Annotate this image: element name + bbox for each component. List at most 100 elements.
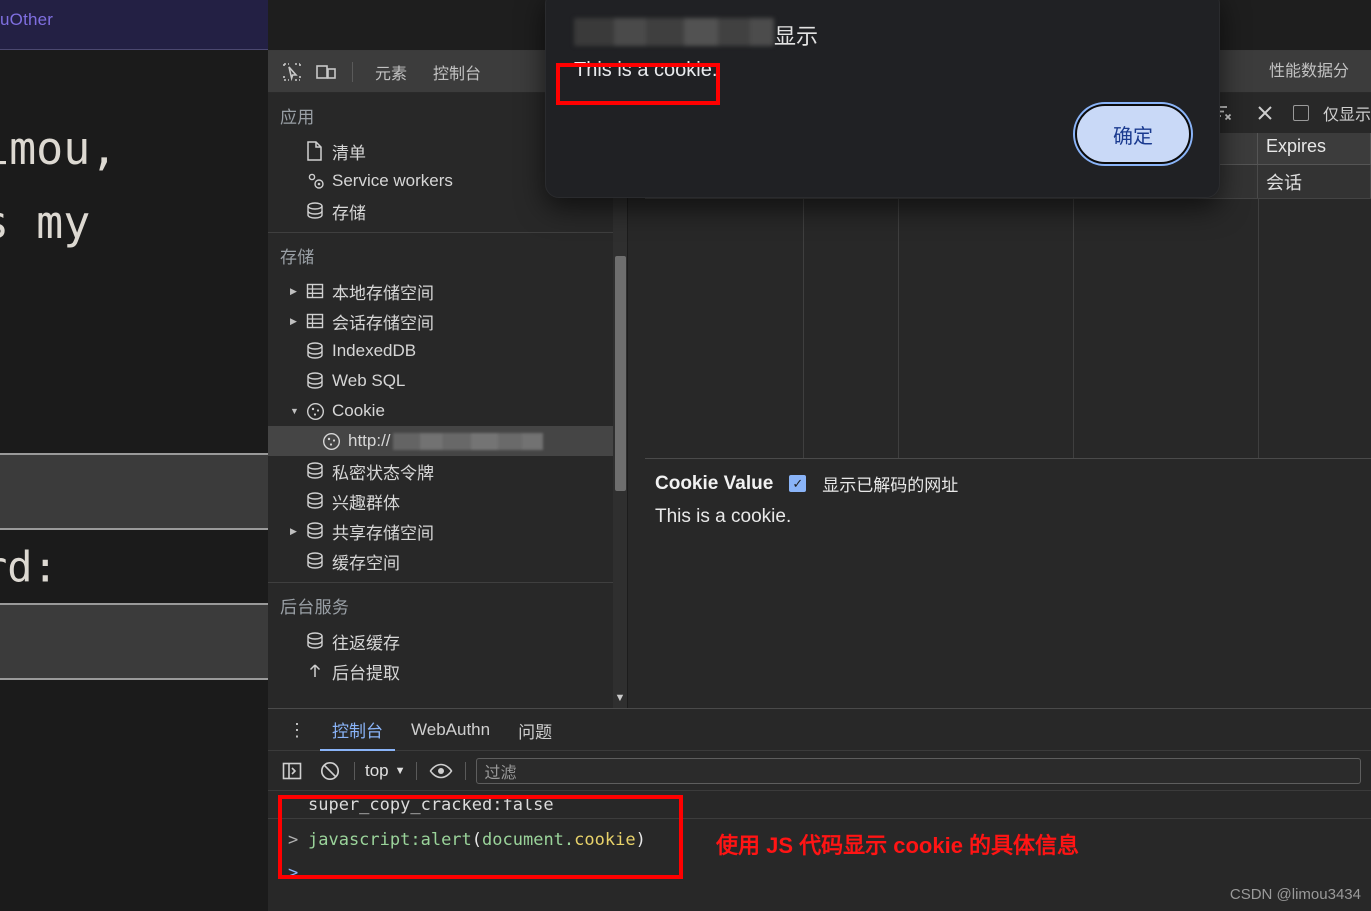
cookie-value-panel: Cookie Value ✓ 显示已解码的网址 This is a cookie… [645,458,1371,708]
database-icon [306,371,332,391]
cookie-value-title: Cookie Value [655,472,774,494]
page-band-row [0,453,268,528]
page-band-row [0,678,268,911]
cookie-table-grid [645,199,1371,458]
sidebar-item-background-fetch[interactable]: 后台提取 [268,656,627,686]
database-icon [306,631,332,651]
sidebar-scrollbar-thumb[interactable] [615,256,626,491]
console-filter-input[interactable]: 过滤 [475,757,1361,784]
console-toolbar: top ▼ 过滤 [268,751,1371,791]
execution-context-value: top [365,760,389,780]
only-show-issues-checkbox[interactable] [1292,105,1309,121]
show-decoded-url-checkbox[interactable]: ✓ [789,475,807,492]
page-heading-line-2: s my [0,196,91,249]
code-token: document. [482,830,575,850]
sidebar-item-private-state-tokens[interactable]: 私密状态令牌 [268,456,627,486]
only-show-issues-label: 仅显示 [1322,107,1371,124]
cookie-value-text: This is a cookie. [655,506,792,527]
tab-console[interactable]: 控制台 [421,56,493,88]
table-grid-icon [306,282,332,300]
inspect-cursor-icon[interactable] [276,57,308,87]
database-icon [306,551,332,571]
sidebar-item-label: Service workers [332,171,453,190]
cookie-value-header: Cookie Value ✓ 显示已解码的网址 [655,471,1361,496]
tab-elements[interactable]: 元素 [363,56,419,88]
database-icon [306,201,332,221]
section-title-background-services: 后台服务 [280,598,350,617]
sidebar-item-cache-storage[interactable]: 缓存空间 [268,546,627,576]
javascript-alert-dialog: 显示 This is a cookie. 确定 [545,0,1220,198]
page-band-row [0,603,268,678]
cookie-toolbar: 仅显示 [1209,93,1371,133]
dialog-message: This is a cookie. [574,59,718,81]
delete-cookie-icon[interactable] [1251,100,1279,126]
database-icon [306,461,332,481]
chevron-right-icon[interactable]: ▶ [290,526,304,537]
sidebar-item-storage[interactable]: 存储 [268,196,627,226]
table-grid-icon [306,312,332,330]
tab-console[interactable]: 控制台 [320,709,395,751]
clear-console-icon[interactable] [316,758,344,784]
cell-expires: 会话 [1258,165,1371,198]
web-page-pane: uOther imou, s my rd: [0,0,268,911]
live-expression-eye-icon[interactable] [427,758,455,784]
toolbar-divider [352,61,353,82]
console-sidebar-icon[interactable] [278,758,306,784]
toolbar-divider [354,761,355,780]
scroll-down-arrow-icon[interactable]: ▼ [614,692,626,704]
cookie-icon [306,402,332,421]
sidebar-item-shared-storage[interactable]: ▶ 共享存储空间 [268,516,627,546]
grid-line [803,199,804,458]
tab-performance-insights[interactable]: 性能数据分 [1261,57,1371,81]
sidebar-item-label: http:// [348,431,391,450]
service-worker-gear-icon [306,171,332,191]
toolbar-divider [415,761,417,780]
section-title-storage: 存储 [280,248,315,267]
tab-issues[interactable]: 问题 [506,710,564,750]
sidebar-item-label: 私密状态令牌 [332,463,434,483]
dialog-title-label: 显示 [774,24,819,49]
sidebar-item-label: Cookie [332,401,385,420]
more-options-icon[interactable]: ⋮ [278,721,316,739]
grid-line [1073,199,1074,458]
chevron-right-icon[interactable]: ▶ [290,286,304,297]
sidebar-item-label: 后台提取 [332,663,400,683]
chevron-right-icon[interactable]: ▶ [290,316,304,327]
column-header-expires[interactable]: Expires [1258,133,1371,164]
chevron-down-icon[interactable]: ▼ [290,406,304,416]
page-band-row: rd: [0,528,268,603]
sidebar-item-label: 存储 [332,203,366,223]
execution-context-selector[interactable]: top ▼ [365,761,406,781]
console-prompt[interactable]: > [288,863,298,883]
sidebar-item-cookie[interactable]: ▼ Cookie [268,396,627,426]
sidebar-item-label: Web SQL [332,371,406,390]
drawer-tab-strip: ⋮ 控制台 WebAuthn 问题 [268,709,1371,751]
dialog-ok-button[interactable]: 确定 [1075,104,1191,164]
page-heading-line-1: imou, [0,122,118,175]
device-toolbar-icon[interactable] [310,57,342,87]
annotation-note: 使用 JS 代码显示 cookie 的具体信息 [716,833,1080,858]
page-band-label: rd: [0,542,58,591]
expand-caret-icon[interactable]: > [288,830,298,850]
tab-webauthn[interactable]: WebAuthn [399,712,502,747]
sidebar-item-interest-groups[interactable]: 兴趣群体 [268,486,627,516]
sidebar-item-cookie-origin[interactable]: http:// [268,426,627,456]
console-message-result: super_copy_cracked:false [268,792,1371,819]
console-drawer: ⋮ 控制台 WebAuthn 问题 top ▼ 过滤 super_copy_cr… [268,708,1371,911]
grid-line [898,199,899,458]
code-token: alert [420,830,472,850]
sidebar-item-label: IndexedDB [332,341,417,360]
database-icon [306,491,332,511]
sidebar-item-indexeddb[interactable]: IndexedDB [268,336,627,366]
sidebar-item-session-storage[interactable]: ▶ 会话存储空间 [268,306,627,336]
chevron-down-icon: ▼ [394,764,406,777]
sidebar-item-label: 往返缓存 [332,633,400,653]
sidebar-item-label: 缓存空间 [332,553,400,573]
sidebar-item-web-sql[interactable]: Web SQL [268,366,627,396]
code-token: cookie [574,830,636,850]
redacted-origin-url [392,432,543,450]
sidebar-item-back-forward-cache[interactable]: 往返缓存 [268,626,627,656]
sidebar-item-local-storage[interactable]: ▶ 本地存储空间 [268,276,627,306]
screenshot-root: uOther imou, s my rd: [0,0,1371,911]
page-nav-link[interactable]: uOther [0,10,53,30]
